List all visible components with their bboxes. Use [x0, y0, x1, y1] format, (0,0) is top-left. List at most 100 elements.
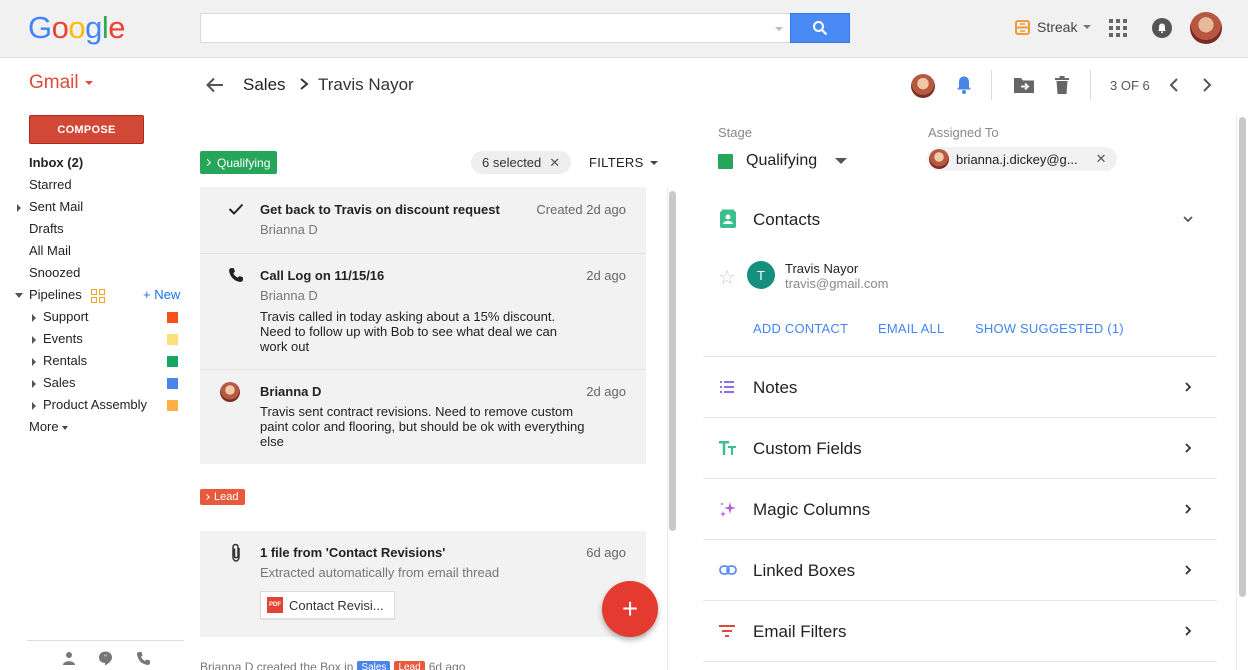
timeline-entry-file[interactable]: 1 file from 'Contact Revisions' 6d ago E…: [200, 531, 646, 637]
sidebar-item-label: Support: [43, 309, 89, 324]
section-title-email-filters[interactable]: Email Filters: [753, 622, 847, 642]
add-contact-button[interactable]: ADD CONTACT: [753, 321, 848, 336]
timeline-entry-task[interactable]: Get back to Travis on discount request C…: [200, 187, 646, 253]
star-icon[interactable]: ☆: [718, 265, 736, 290]
stage-color-swatch: [718, 153, 733, 169]
sidebar-item-label: Rentals: [43, 353, 88, 368]
sidebar-item-pipelines[interactable]: Pipelines + New: [0, 284, 190, 306]
close-icon[interactable]: ✕: [1096, 151, 1107, 167]
expand-arrow-icon[interactable]: [32, 336, 36, 344]
logo-letter: o: [51, 10, 69, 45]
sidebar-item-all-mail[interactable]: All Mail: [0, 240, 190, 262]
contacts-person-icon[interactable]: [62, 651, 76, 665]
apps-grid-icon[interactable]: [1109, 19, 1127, 37]
timeline-entry-author: Brianna D: [260, 288, 318, 303]
close-icon[interactable]: ✕: [549, 155, 560, 171]
stage-dropdown[interactable]: Qualifying: [718, 152, 848, 170]
sidebar-item-pipeline-product-assembly[interactable]: Product Assembly: [0, 394, 190, 416]
collapse-arrow-icon[interactable]: [15, 293, 23, 298]
chevron-right-icon[interactable]: [1182, 442, 1194, 454]
search-input[interactable]: [200, 13, 791, 43]
selected-filter-chip[interactable]: 6 selected ✕: [471, 151, 572, 174]
compose-button[interactable]: COMPOSE: [29, 115, 144, 144]
move-to-folder-icon[interactable]: [1013, 75, 1035, 95]
expand-arrow-icon[interactable]: [32, 358, 36, 366]
logo-letter: o: [68, 10, 86, 45]
section-title-custom-fields[interactable]: Custom Fields: [753, 439, 862, 459]
logo-letter: g: [85, 10, 102, 45]
sidebar-item-snoozed[interactable]: Snoozed: [0, 262, 190, 284]
file-attachment-chip[interactable]: PDF Contact Revisi...: [260, 591, 395, 619]
streak-label: Streak: [1037, 19, 1078, 35]
search-options-caret-icon[interactable]: [775, 27, 783, 31]
pipeline-color-swatch: [167, 312, 178, 323]
phone-icon[interactable]: [136, 651, 151, 666]
assignee-chip[interactable]: brianna.j.dickey@g... ✕: [927, 147, 1117, 171]
trash-icon[interactable]: [1054, 75, 1070, 95]
sidebar-item-pipeline-rentals[interactable]: Rentals: [0, 350, 190, 372]
divider: [703, 356, 1217, 357]
timeline-entry-note[interactable]: Brianna D 2d ago Travis sent contract re…: [200, 370, 646, 464]
new-pipeline-link[interactable]: + New: [143, 284, 180, 306]
timeline-entry-time: Created 2d ago: [536, 202, 626, 217]
sidebar-item-pipeline-sales[interactable]: Sales: [0, 372, 190, 394]
stage-badge-lead: Lead: [394, 660, 425, 670]
hangouts-icon[interactable]: ": [98, 651, 113, 666]
section-title-magic-columns[interactable]: Magic Columns: [753, 500, 870, 520]
previous-icon[interactable]: [1167, 77, 1181, 93]
timeline-entry-title: 1 file from 'Contact Revisions': [260, 545, 446, 560]
assignee-avatar[interactable]: [911, 74, 935, 98]
sidebar-item-label: All Mail: [29, 243, 71, 258]
breadcrumb-pipeline[interactable]: Sales: [243, 75, 286, 95]
contact-name[interactable]: Travis Nayor: [785, 261, 858, 276]
link-icon: [719, 565, 737, 575]
selected-chip-label: 6 selected: [482, 155, 542, 170]
show-suggested-button[interactable]: SHOW SUGGESTED (1): [975, 321, 1124, 336]
back-arrow-icon[interactable]: [205, 75, 225, 95]
pipeline-color-swatch: [167, 334, 178, 345]
add-timeline-item-button[interactable]: +: [602, 581, 658, 637]
chevron-right-icon[interactable]: [1182, 381, 1194, 393]
expand-arrow-icon[interactable]: [32, 314, 36, 322]
bell-icon[interactable]: [955, 75, 973, 95]
search-button[interactable]: [790, 13, 850, 43]
footer-text: Brianna D created the Box in: [200, 660, 354, 670]
sidebar-item-starred[interactable]: Starred: [0, 174, 190, 196]
section-title-notes[interactable]: Notes: [753, 378, 797, 398]
next-icon[interactable]: [1200, 77, 1214, 93]
chevron-right-icon[interactable]: [1182, 503, 1194, 515]
chevron-right-icon[interactable]: [1182, 625, 1194, 637]
checkmark-icon[interactable]: [228, 202, 244, 216]
expand-arrow-icon[interactable]: [32, 402, 36, 410]
sidebar-item-inbox[interactable]: Inbox (2): [0, 152, 190, 174]
phone-icon: [229, 268, 243, 282]
timeline-scrollbar-thumb[interactable]: [669, 191, 676, 531]
sidebar-item-pipeline-support[interactable]: Support: [0, 306, 190, 328]
filters-dropdown[interactable]: FILTERS: [589, 155, 658, 170]
google-logo[interactable]: Google: [28, 10, 126, 46]
sidebar-item-label: Pipelines: [29, 287, 82, 302]
sidebar-item-label: Sent Mail: [29, 199, 84, 214]
expand-arrow-icon[interactable]: [32, 380, 36, 388]
sidebar-item-more[interactable]: More: [0, 416, 190, 438]
email-all-button[interactable]: EMAIL ALL: [878, 321, 944, 336]
sidebar-item-sent-mail[interactable]: Sent Mail: [0, 196, 190, 218]
sidebar-item-label: Product Assembly: [43, 397, 148, 412]
chevron-down-icon[interactable]: [1182, 213, 1194, 225]
timeline-entry-call-log[interactable]: Call Log on 11/15/16 2d ago Brianna D Tr…: [200, 254, 646, 369]
chevron-right-icon[interactable]: [1182, 564, 1194, 576]
expand-arrow-icon[interactable]: [17, 204, 21, 212]
section-title-contacts[interactable]: Contacts: [753, 210, 820, 230]
gmail-app-switcher[interactable]: Gmail: [29, 72, 93, 94]
sidebar-item-drafts[interactable]: Drafts: [0, 218, 190, 240]
streak-menu[interactable]: Streak: [1015, 19, 1092, 35]
sidebar-item-label: Sales: [43, 375, 76, 390]
contact-email[interactable]: travis@gmail.com: [785, 276, 889, 291]
stage-badge: Qualifying: [200, 151, 278, 174]
notifications-icon[interactable]: [1152, 18, 1172, 38]
account-avatar[interactable]: [1190, 12, 1222, 44]
chevron-down-icon: [61, 425, 68, 430]
details-scrollbar-thumb[interactable]: [1239, 117, 1246, 597]
sidebar-item-pipeline-events[interactable]: Events: [0, 328, 190, 350]
section-title-linked-boxes[interactable]: Linked Boxes: [753, 561, 855, 581]
